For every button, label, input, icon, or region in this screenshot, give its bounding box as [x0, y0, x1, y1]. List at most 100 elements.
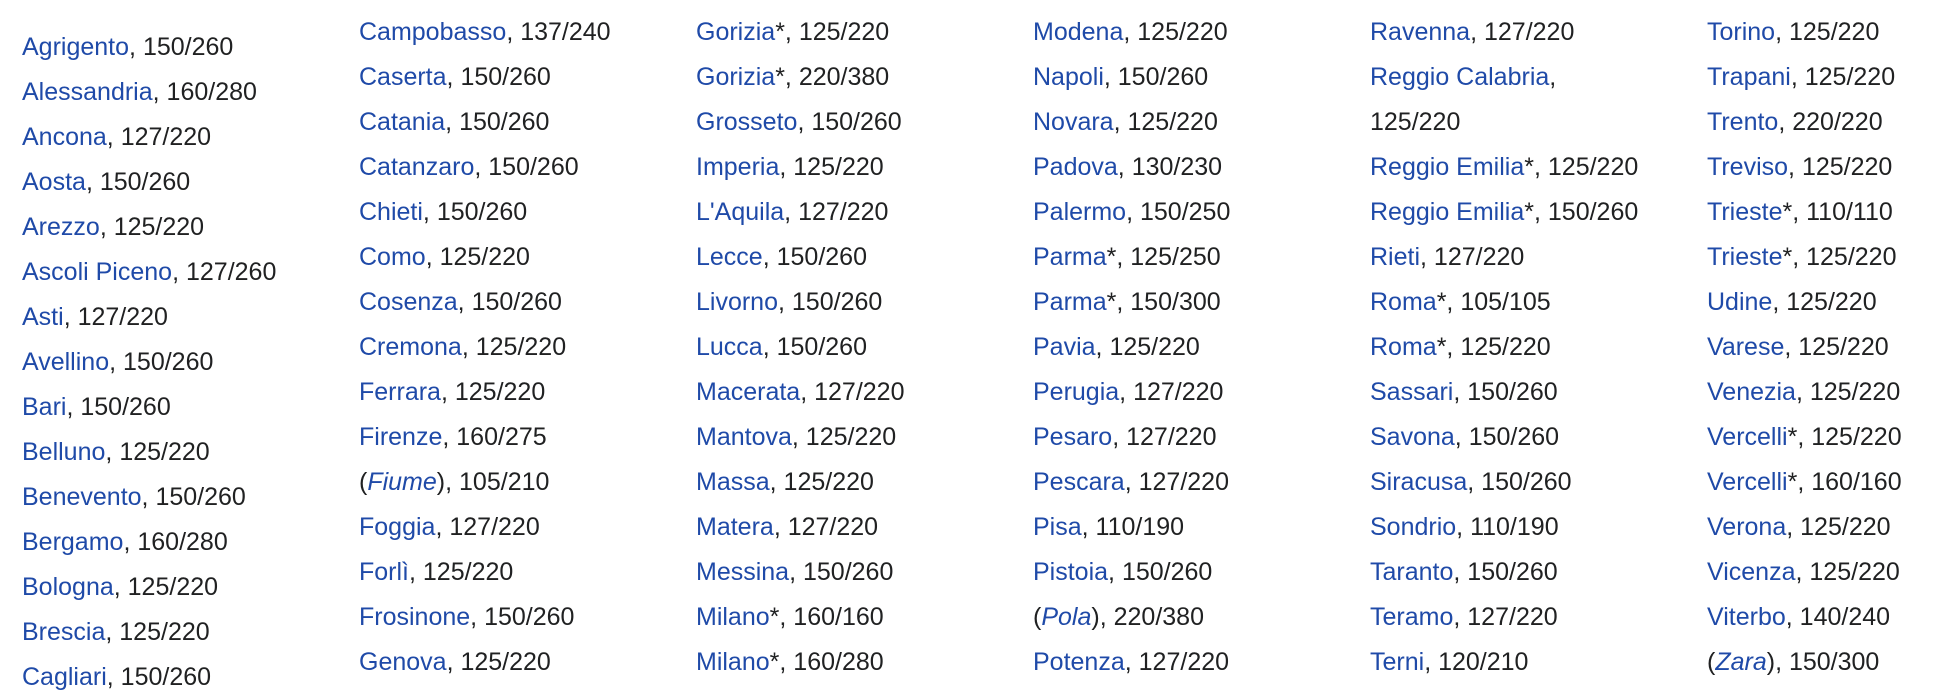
city-link[interactable]: Perugia — [1033, 378, 1119, 406]
voltage-value: 127/220 — [814, 378, 905, 406]
list-item: Perugia, 127/220 — [1033, 370, 1370, 415]
city-link[interactable]: Cagliari — [22, 663, 107, 691]
city-link[interactable]: Imperia — [696, 153, 779, 181]
city-link[interactable]: Gorizia — [696, 18, 775, 46]
city-link[interactable]: Firenze — [359, 423, 442, 451]
city-link[interactable]: Bologna — [22, 573, 114, 601]
city-link[interactable]: L'Aquila — [696, 198, 784, 226]
city-link[interactable]: Bari — [22, 393, 66, 421]
city-link[interactable]: Zara — [1715, 648, 1766, 676]
city-link[interactable]: Gorizia — [696, 63, 775, 91]
list-item: Ferrara, 125/220 — [359, 370, 696, 415]
city-link[interactable]: Como — [359, 243, 426, 271]
city-link[interactable]: Rieti — [1370, 243, 1420, 271]
city-link[interactable]: Parma — [1033, 243, 1107, 271]
city-link[interactable]: Terni — [1370, 648, 1424, 676]
city-link[interactable]: Teramo — [1370, 603, 1453, 631]
city-link[interactable]: Milano — [696, 603, 770, 631]
city-link[interactable]: Grosseto — [696, 108, 797, 136]
voltage-value: 127/220 — [1433, 243, 1525, 271]
city-link[interactable]: Parma — [1033, 288, 1107, 316]
city-link[interactable]: Sondrio — [1370, 513, 1456, 541]
city-link[interactable]: Vicenza — [1707, 558, 1796, 586]
city-link[interactable]: Agrigento — [22, 33, 129, 61]
city-link[interactable]: Macerata — [696, 378, 800, 406]
city-link[interactable]: Catanzaro — [359, 153, 474, 181]
city-link[interactable]: Ravenna — [1370, 18, 1470, 46]
city-link[interactable]: Ascoli Piceno — [22, 258, 172, 286]
city-link[interactable]: Roma — [1370, 333, 1437, 361]
city-link[interactable]: Reggio Emilia — [1370, 198, 1524, 226]
city-link[interactable]: Avellino — [22, 348, 109, 376]
city-link[interactable]: Trapani — [1707, 63, 1791, 91]
city-link[interactable]: Massa — [696, 468, 770, 496]
city-link[interactable]: Trieste — [1707, 198, 1782, 226]
city-link[interactable]: Matera — [696, 513, 774, 541]
city-link[interactable]: Novara — [1033, 108, 1114, 136]
city-link[interactable]: Ferrara — [359, 378, 441, 406]
city-link[interactable]: Catania — [359, 108, 445, 136]
city-link[interactable]: Sassari — [1370, 378, 1453, 406]
city-link[interactable]: Livorno — [696, 288, 778, 316]
city-link[interactable]: Venezia — [1707, 378, 1796, 406]
city-link[interactable]: Pavia — [1033, 333, 1096, 361]
city-link[interactable]: Roma — [1370, 288, 1437, 316]
city-link[interactable]: Potenza — [1033, 648, 1125, 676]
city-link[interactable]: Reggio Emilia — [1370, 153, 1524, 181]
city-link[interactable]: Lecce — [696, 243, 763, 271]
city-link[interactable]: Siracusa — [1370, 468, 1467, 496]
city-link[interactable]: Pisa — [1033, 513, 1082, 541]
city-link[interactable]: Viterbo — [1707, 603, 1786, 631]
voltage-value: 125/220 — [793, 153, 884, 181]
city-link[interactable]: Trento — [1707, 108, 1778, 136]
comma-separator: , — [1775, 18, 1789, 46]
city-link[interactable]: Torino — [1707, 18, 1775, 46]
city-link[interactable]: Pola — [1041, 603, 1091, 631]
city-link[interactable]: Cremona — [359, 333, 462, 361]
city-link[interactable]: Modena — [1033, 18, 1123, 46]
city-link[interactable]: Fiume — [367, 468, 436, 496]
city-link[interactable]: Vercelli — [1707, 468, 1788, 496]
city-link[interactable]: Pescara — [1033, 468, 1125, 496]
city-link[interactable]: Arezzo — [22, 213, 100, 241]
city-link[interactable]: Padova — [1033, 153, 1118, 181]
city-link[interactable]: Pesaro — [1033, 423, 1112, 451]
city-link[interactable]: Pistoia — [1033, 558, 1108, 586]
city-link[interactable]: Genova — [359, 648, 447, 676]
city-link[interactable]: Aosta — [22, 168, 86, 196]
city-link[interactable]: Benevento — [22, 483, 142, 511]
list-item: Como, 125/220 — [359, 235, 696, 280]
city-link[interactable]: Reggio Calabria — [1370, 63, 1549, 91]
city-voltage-list: Agrigento, 150/260 Alessandria, 160/280 An… — [22, 10, 1922, 700]
city-link[interactable]: Foggia — [359, 513, 435, 541]
city-link[interactable]: Campobasso — [359, 18, 506, 46]
city-link[interactable]: Ancona — [22, 123, 107, 151]
city-link[interactable]: Messina — [696, 558, 789, 586]
city-link[interactable]: Forlì — [359, 558, 409, 586]
list-item: Venezia, 125/220 — [1707, 370, 1940, 415]
city-link[interactable]: Lucca — [696, 333, 763, 361]
city-link[interactable]: Vercelli — [1707, 423, 1788, 451]
city-link[interactable]: Belluno — [22, 438, 105, 466]
city-link[interactable]: Alessandria — [22, 78, 153, 106]
city-link[interactable]: Palermo — [1033, 198, 1126, 226]
city-link[interactable]: Frosinone — [359, 603, 470, 631]
city-link[interactable]: Mantova — [696, 423, 792, 451]
city-link[interactable]: Savona — [1370, 423, 1455, 451]
city-link[interactable]: Napoli — [1033, 63, 1104, 91]
city-link[interactable]: Brescia — [22, 618, 105, 646]
city-link[interactable]: Varese — [1707, 333, 1784, 361]
city-link[interactable]: Caserta — [359, 63, 447, 91]
city-link[interactable]: Milano — [696, 648, 770, 676]
city-link[interactable]: Cosenza — [359, 288, 458, 316]
city-link[interactable]: Bergamo — [22, 528, 123, 556]
city-link[interactable]: Trieste — [1707, 243, 1782, 271]
city-link[interactable]: Udine — [1707, 288, 1772, 316]
city-link[interactable]: Taranto — [1370, 558, 1453, 586]
city-link[interactable]: Treviso — [1707, 153, 1788, 181]
list-item: Massa, 125/220 — [696, 460, 1033, 505]
city-link[interactable]: Chieti — [359, 198, 423, 226]
city-link[interactable]: Verona — [1707, 513, 1786, 541]
city-link[interactable]: Asti — [22, 303, 64, 331]
voltage-value: 137/240 — [520, 18, 611, 46]
